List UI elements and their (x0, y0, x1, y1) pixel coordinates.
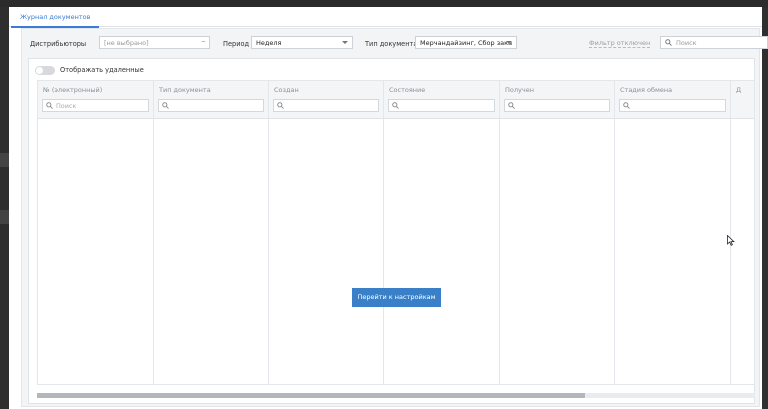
more-dots-icon[interactable]: ··· (201, 38, 206, 46)
mouse-cursor-icon (727, 235, 735, 246)
search-input[interactable]: Поиск (660, 36, 768, 49)
column-created: Создан (269, 81, 384, 384)
sidebar-segment[interactable] (0, 153, 9, 167)
search-icon (277, 102, 284, 109)
toggle-knob (36, 67, 43, 74)
filter-status-link[interactable]: Фильтр отключен (589, 40, 651, 48)
column-exchange-stage: Стадия обмена (615, 81, 731, 384)
goto-settings-button[interactable]: Перейти к настройкам (352, 288, 441, 307)
filter-bar: Дистрибьюторы [не выбрано] ··· Период Не… (22, 29, 768, 58)
left-sidebar-strip (0, 7, 9, 409)
documents-grid: № (электронный) Поиск Тип документа Созд… (37, 80, 755, 385)
sidebar-segment[interactable] (0, 210, 9, 224)
tab-bar: Журнал документов (9, 7, 762, 28)
search-placeholder: Поиск (676, 39, 697, 47)
column-state: Состояние (384, 81, 500, 384)
right-edge-strip (762, 7, 768, 409)
doctype-value: Мерчандайзинг, Сбор зака (420, 39, 513, 47)
column-title[interactable]: Стадия обмена (620, 86, 672, 94)
tab-label: Журнал документов (20, 13, 91, 21)
column-title[interactable]: Создан (274, 86, 299, 94)
search-icon (623, 102, 630, 109)
distributors-field[interactable]: [не выбрано] ··· (99, 36, 210, 49)
distributors-value: [не выбрано] (104, 39, 149, 47)
period-select[interactable]: Неделя (251, 36, 353, 49)
column-search-placeholder: Поиск (56, 102, 77, 110)
column-search-input[interactable] (158, 99, 264, 112)
doctype-select[interactable]: Мерчандайзинг, Сбор зака (415, 36, 517, 49)
tab-document-journal[interactable]: Журнал документов (11, 7, 100, 28)
period-label: Период (223, 40, 250, 48)
column-search-input[interactable]: Поиск (42, 99, 149, 112)
column-title[interactable]: Получен (505, 86, 534, 94)
scrollbar-thumb[interactable] (37, 393, 585, 398)
show-deleted-label: Отображать удаленные (60, 66, 144, 74)
column-title[interactable]: Тип документа (159, 86, 211, 94)
column-title[interactable]: № (электронный) (43, 86, 102, 94)
column-partial: Д (731, 81, 754, 384)
search-icon (392, 102, 399, 109)
column-search-input[interactable] (388, 99, 495, 112)
show-deleted-toggle[interactable] (35, 66, 55, 75)
search-icon (665, 39, 672, 46)
column-search-input[interactable] (273, 99, 379, 112)
search-icon (46, 102, 53, 109)
search-icon (162, 102, 169, 109)
content-area: Дистрибьюторы [не выбрано] ··· Период Не… (21, 28, 768, 407)
period-value: Неделя (256, 39, 282, 47)
chevron-down-icon (506, 41, 512, 44)
chevron-down-icon (342, 41, 348, 44)
column-search-input[interactable] (504, 99, 610, 112)
distributors-label: Дистрибьюторы (30, 40, 87, 48)
main-panel: Журнал документов Дистрибьюторы [не выбр… (9, 7, 768, 409)
horizontal-scrollbar[interactable] (37, 393, 755, 398)
column-title[interactable]: Состояние (389, 86, 425, 94)
column-title[interactable]: Д (736, 86, 741, 94)
top-bar (0, 0, 768, 7)
documents-card: Отображать удаленные № (электронный) Пои… (28, 58, 755, 404)
column-document-type: Тип документа (154, 81, 269, 384)
column-electronic-number: № (электронный) Поиск (38, 81, 154, 384)
doctype-label: Тип документа (365, 40, 418, 48)
search-icon (508, 102, 515, 109)
column-search-input[interactable] (619, 99, 726, 112)
column-received: Получен (500, 81, 615, 384)
